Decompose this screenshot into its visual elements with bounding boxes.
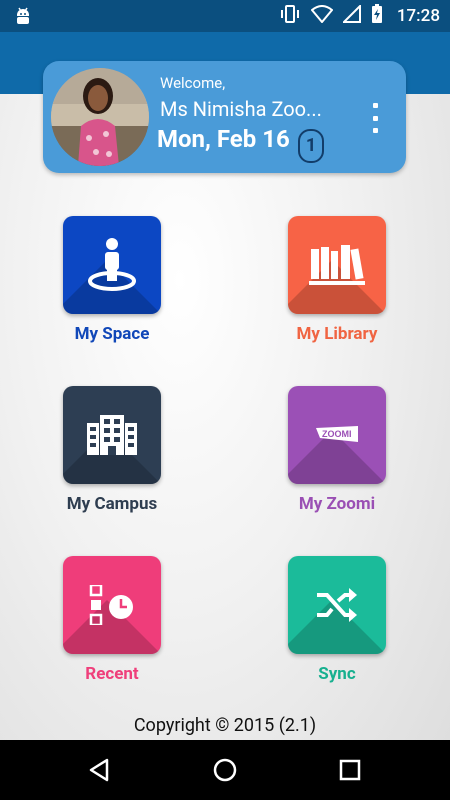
tile-box[interactable]: [288, 216, 386, 314]
back-icon[interactable]: [79, 754, 119, 786]
tile-my-zoomi[interactable]: ZOOMI My Zoomi: [262, 386, 412, 514]
avatar[interactable]: [51, 68, 149, 166]
user-name: Ms Nimisha Zoo...: [160, 97, 322, 121]
wifi-icon: [310, 5, 334, 27]
overflow-menu-icon[interactable]: [367, 103, 383, 133]
svg-text:ZOOMI: ZOOMI: [322, 429, 352, 439]
tile-box[interactable]: [63, 386, 161, 484]
tile-my-library[interactable]: My Library: [262, 216, 412, 344]
recents-icon[interactable]: [330, 754, 370, 786]
recent-history-icon: [89, 585, 133, 625]
tile-label-my-zoomi: My Zoomi: [298, 494, 376, 514]
shuffle-sync-icon: [317, 588, 357, 622]
welcome-text: Welcome,: [160, 74, 226, 92]
building-icon: [87, 415, 137, 455]
tile-box[interactable]: [288, 556, 386, 654]
copyright-text: Copyright © 2015 (2.1): [133, 715, 317, 736]
tile-sync[interactable]: Sync: [262, 556, 412, 684]
zoomi-logo-icon: ZOOMI: [316, 426, 358, 442]
tile-box[interactable]: [63, 216, 161, 314]
tile-my-campus[interactable]: My Campus: [37, 386, 187, 514]
status-bar: 17:28: [0, 0, 450, 32]
status-time: 17:28: [396, 6, 440, 26]
tile-label-my-library: My Library: [296, 324, 378, 344]
android-debug-icon: [14, 6, 32, 30]
tile-recent[interactable]: Recent: [37, 556, 187, 684]
tile-box[interactable]: ZOOMI: [288, 386, 386, 484]
tile-box[interactable]: [63, 556, 161, 654]
tile-my-space[interactable]: My Space: [37, 216, 187, 344]
system-nav-bar: [0, 740, 450, 800]
profile-card[interactable]: Welcome, Ms Nimisha Zoo... Mon, Feb 16 1: [43, 61, 406, 173]
notification-badge[interactable]: 1: [298, 129, 324, 163]
signal-icon: [341, 3, 361, 27]
battery-charging-icon: [371, 4, 383, 28]
tile-label-my-campus: My Campus: [66, 494, 158, 514]
person-location-icon: [88, 238, 136, 291]
home-icon[interactable]: [205, 754, 245, 786]
vibrate-icon: [279, 5, 301, 27]
tile-label-my-space: My Space: [74, 324, 150, 344]
date-text: Mon, Feb 16: [157, 125, 290, 153]
tile-label-sync: Sync: [318, 664, 356, 684]
books-icon: [309, 245, 365, 285]
tile-label-recent: Recent: [85, 664, 139, 684]
